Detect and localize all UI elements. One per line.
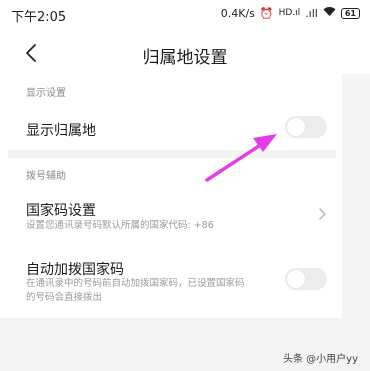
signal-icon: .ıll [305,6,318,20]
nav-bar: 归属地设置 [0,34,370,74]
auto-country-code-desc-line1: 在通讯录中的号码前自动加拨国家码，已设置国家码 [26,278,245,289]
country-code-title: 国家码设置 [26,203,96,219]
status-indicators: 0.4K/s ⏰ HD.ıl .ıll 61 [221,6,360,20]
wifi-icon [323,6,336,20]
country-code-desc: 设置您通讯录号码默认所属的国家代码: +86 [26,220,214,231]
show-location-title: 显示归属地 [26,123,96,139]
page-title: 归属地设置 [142,48,228,68]
status-bar: 下午2:05 0.4K/s ⏰ HD.ıl .ıll 61 [0,0,370,34]
watermark: 头条 @小用户yy [282,354,358,365]
auto-country-code-title: 自动加拨国家码 [26,262,124,278]
show-location-toggle[interactable] [285,116,327,138]
status-time: 下午2:05 [11,10,67,25]
battery-icon: 61 [340,7,360,19]
network-speed: 0.4K/s [220,6,255,20]
hd-signal-icon: HD.ıl [278,8,301,18]
section-divider [8,150,336,158]
toggle-knob [287,118,305,136]
auto-country-code-desc-line2: 的号码会直接拨出 [26,292,103,303]
auto-country-code-toggle[interactable] [285,268,327,290]
alarm-icon: ⏰ [259,6,274,20]
section-label-dial: 拨号辅助 [26,171,66,182]
section-label-display: 显示设置 [26,88,66,99]
chevron-right-icon [319,208,326,220]
toggle-knob [287,270,305,288]
